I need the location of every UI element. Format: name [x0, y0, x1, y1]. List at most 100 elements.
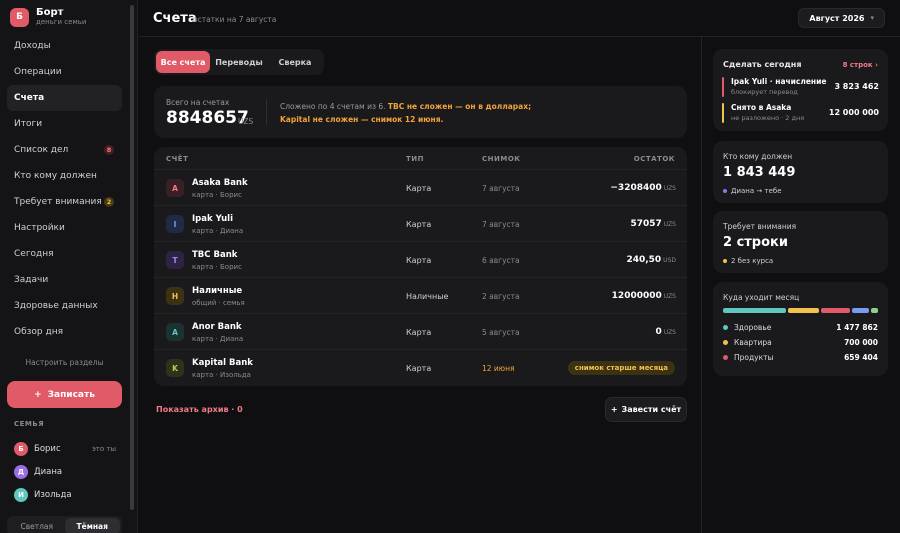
- right-panel-divider: [701, 37, 702, 533]
- sidebar-item-label: Здоровье данных: [14, 301, 98, 311]
- month-select[interactable]: Август 2026 ▾: [798, 8, 885, 28]
- column-balance[interactable]: ОСТАТОК: [634, 155, 675, 163]
- table-row[interactable]: I Ipak Yuli карта · Диана Карта 7 августа 570…: [154, 206, 687, 242]
- total-value: 8848657: [166, 108, 249, 128]
- header: Счета остатки на 7 августа Август 2026 ▾: [139, 0, 900, 37]
- brand-subtitle: деньги семьи: [36, 18, 87, 26]
- sidebar-item-badge: 8: [104, 145, 114, 155]
- account-icon: Н: [166, 287, 184, 305]
- table-row[interactable]: A Anor Bank карта · Диана Карта 5 августа 0 UZ…: [154, 314, 687, 350]
- sidebar-item-accounts[interactable]: Счета: [7, 85, 122, 111]
- column-snapshot[interactable]: СНИМОК: [482, 155, 521, 163]
- tab-reconciliation[interactable]: Сверка: [268, 51, 322, 73]
- table-row[interactable]: T TBC Bank карта · Борис Карта 6 августа 240,…: [154, 242, 687, 278]
- account-snapshot-date: 2 августа: [482, 292, 520, 301]
- table-row[interactable]: A Asaka Bank карта · Борис Карта 7 августа −3…: [154, 170, 687, 206]
- account-name: Ipak Yuli: [192, 214, 234, 224]
- sidebar-item-data-health[interactable]: Здоровье данных: [7, 293, 122, 319]
- table-row[interactable]: Н Наличные общий · семья Наличные 2 августа 1…: [154, 278, 687, 314]
- sidebar-item-badge: 2: [104, 197, 114, 207]
- tab-transfers[interactable]: Переводы: [212, 51, 266, 73]
- sidebar-item-label: Доходы: [14, 41, 51, 51]
- total-note-prefix: Сложено по 4 счетам из 6.: [280, 102, 388, 111]
- attention-card[interactable]: Требует внимания 2 строки 2 без курса: [713, 211, 888, 273]
- spending-category-label: Продукты: [734, 353, 774, 362]
- account-icon: I: [166, 215, 184, 233]
- total-label: Всего на счетах: [166, 98, 230, 107]
- account-type: Карта: [406, 364, 432, 373]
- record-button[interactable]: + Записать: [7, 381, 122, 408]
- sidebar-item-settings[interactable]: Настройки: [7, 215, 122, 241]
- tab-all-accounts[interactable]: Все счета: [156, 51, 210, 73]
- brand[interactable]: Б Борт деньги семьи: [10, 7, 86, 27]
- brand-logo: Б: [10, 7, 29, 27]
- sidebar-item-label: Кто кому должен: [14, 171, 97, 181]
- account-snapshot-date: 12 июня: [482, 364, 515, 373]
- spending-category[interactable]: Продукты 659 404: [723, 350, 878, 365]
- plus-icon: +: [34, 389, 42, 400]
- column-account[interactable]: СЧЁТ: [166, 155, 188, 163]
- sidebar-item-label: Задачи: [14, 275, 49, 285]
- today-item[interactable]: Ipak Yuli · начисление блокирует перевод 3…: [722, 76, 879, 98]
- avatar: Д: [14, 464, 28, 479]
- spending-stacked-bar: [723, 308, 878, 313]
- spending-category-dot: [723, 325, 728, 330]
- spending-category-dot: [723, 355, 728, 360]
- add-account-button[interactable]: + Завести счёт: [605, 397, 687, 422]
- theme-light-option[interactable]: Светлая: [9, 518, 65, 533]
- family-member[interactable]: Б Борис это ты: [14, 437, 122, 460]
- table-body: A Asaka Bank карта · Борис Карта 7 августа −3…: [154, 170, 687, 386]
- theme-dark-option[interactable]: Тёмная: [64, 518, 120, 533]
- debts-card[interactable]: Кто кому должен 1 843 449 Диана → тебе: [713, 141, 888, 203]
- account-subtitle: карта · Борис: [192, 191, 242, 199]
- spending-segment: [852, 308, 869, 313]
- divider: [266, 99, 267, 125]
- sidebar-item-todo[interactable]: Список дел 8: [7, 137, 122, 163]
- account-balance-value: 57057: [630, 219, 662, 229]
- sidebar-item-income[interactable]: Доходы: [7, 33, 122, 59]
- today-item-amount: 3 823 462: [834, 82, 879, 91]
- brand-name: Борт: [36, 7, 64, 18]
- account-balance-currency: UZS: [663, 293, 676, 300]
- today-all-link[interactable]: 8 строк ›: [843, 61, 878, 69]
- show-archive-link[interactable]: Показать архив · 0: [156, 405, 243, 414]
- sidebar-item-day-overview[interactable]: Обзор дня: [7, 319, 122, 345]
- account-name: Anor Bank: [192, 322, 242, 332]
- sidebar-item-operations[interactable]: Операции: [7, 59, 122, 85]
- debts-note-text: Диана → тебе: [731, 187, 782, 195]
- page-subtitle: остатки на 7 августа: [193, 15, 277, 24]
- family-member-note: это ты: [91, 444, 116, 453]
- account-balance: −3208400 UZS: [610, 183, 676, 193]
- sidebar-item-attention[interactable]: Требует внимания 2: [7, 189, 122, 215]
- family-member[interactable]: И Изольда: [14, 483, 122, 506]
- theme-switch: Светлая Тёмная: [7, 516, 122, 533]
- table-row[interactable]: K Kapital Bank карта · Изольда Карта 12 июня…: [154, 350, 687, 386]
- column-type[interactable]: ТИП: [406, 155, 424, 163]
- spending-category[interactable]: Здоровье 1 477 862: [723, 320, 878, 335]
- account-type: Наличные: [406, 292, 449, 301]
- account-name: Наличные: [192, 286, 243, 296]
- today-title: Сделать сегодня: [723, 60, 802, 69]
- account-balance-currency: UZS: [663, 185, 676, 192]
- avatar: И: [14, 487, 28, 502]
- account-name: TBC Bank: [192, 250, 238, 260]
- record-button-label: Записать: [47, 389, 95, 400]
- account-balance: 0 UZS: [656, 327, 676, 337]
- today-item[interactable]: Снято в Asaka не разложено · 2 дня 12 000 …: [722, 102, 879, 124]
- sidebar-scrollbar[interactable]: [130, 5, 134, 510]
- family-member[interactable]: Д Диана: [14, 460, 122, 483]
- account-subtitle: общий · семья: [192, 299, 245, 307]
- account-balance-value: 12000000: [611, 291, 662, 301]
- spending-category[interactable]: Квартира 700 000: [723, 335, 878, 350]
- sidebar-item-totals[interactable]: Итоги: [7, 111, 122, 137]
- sidebar-item-debts[interactable]: Кто кому должен: [7, 163, 122, 189]
- configure-sections-link[interactable]: Настроить разделы: [7, 358, 122, 367]
- sidebar-item-label: Операции: [14, 67, 62, 77]
- sidebar-item-label: Список дел: [14, 145, 69, 155]
- sidebar-item-today[interactable]: Сегодня: [7, 241, 122, 267]
- sidebar-item-tasks[interactable]: Задачи: [7, 267, 122, 293]
- account-subtitle: карта · Диана: [192, 335, 244, 343]
- spending-card: Куда уходит месяц Здоровье 1 477 862 Кварт…: [713, 282, 888, 376]
- account-balance-currency: UZS: [663, 221, 676, 228]
- spending-category-value: 659 404: [844, 353, 878, 362]
